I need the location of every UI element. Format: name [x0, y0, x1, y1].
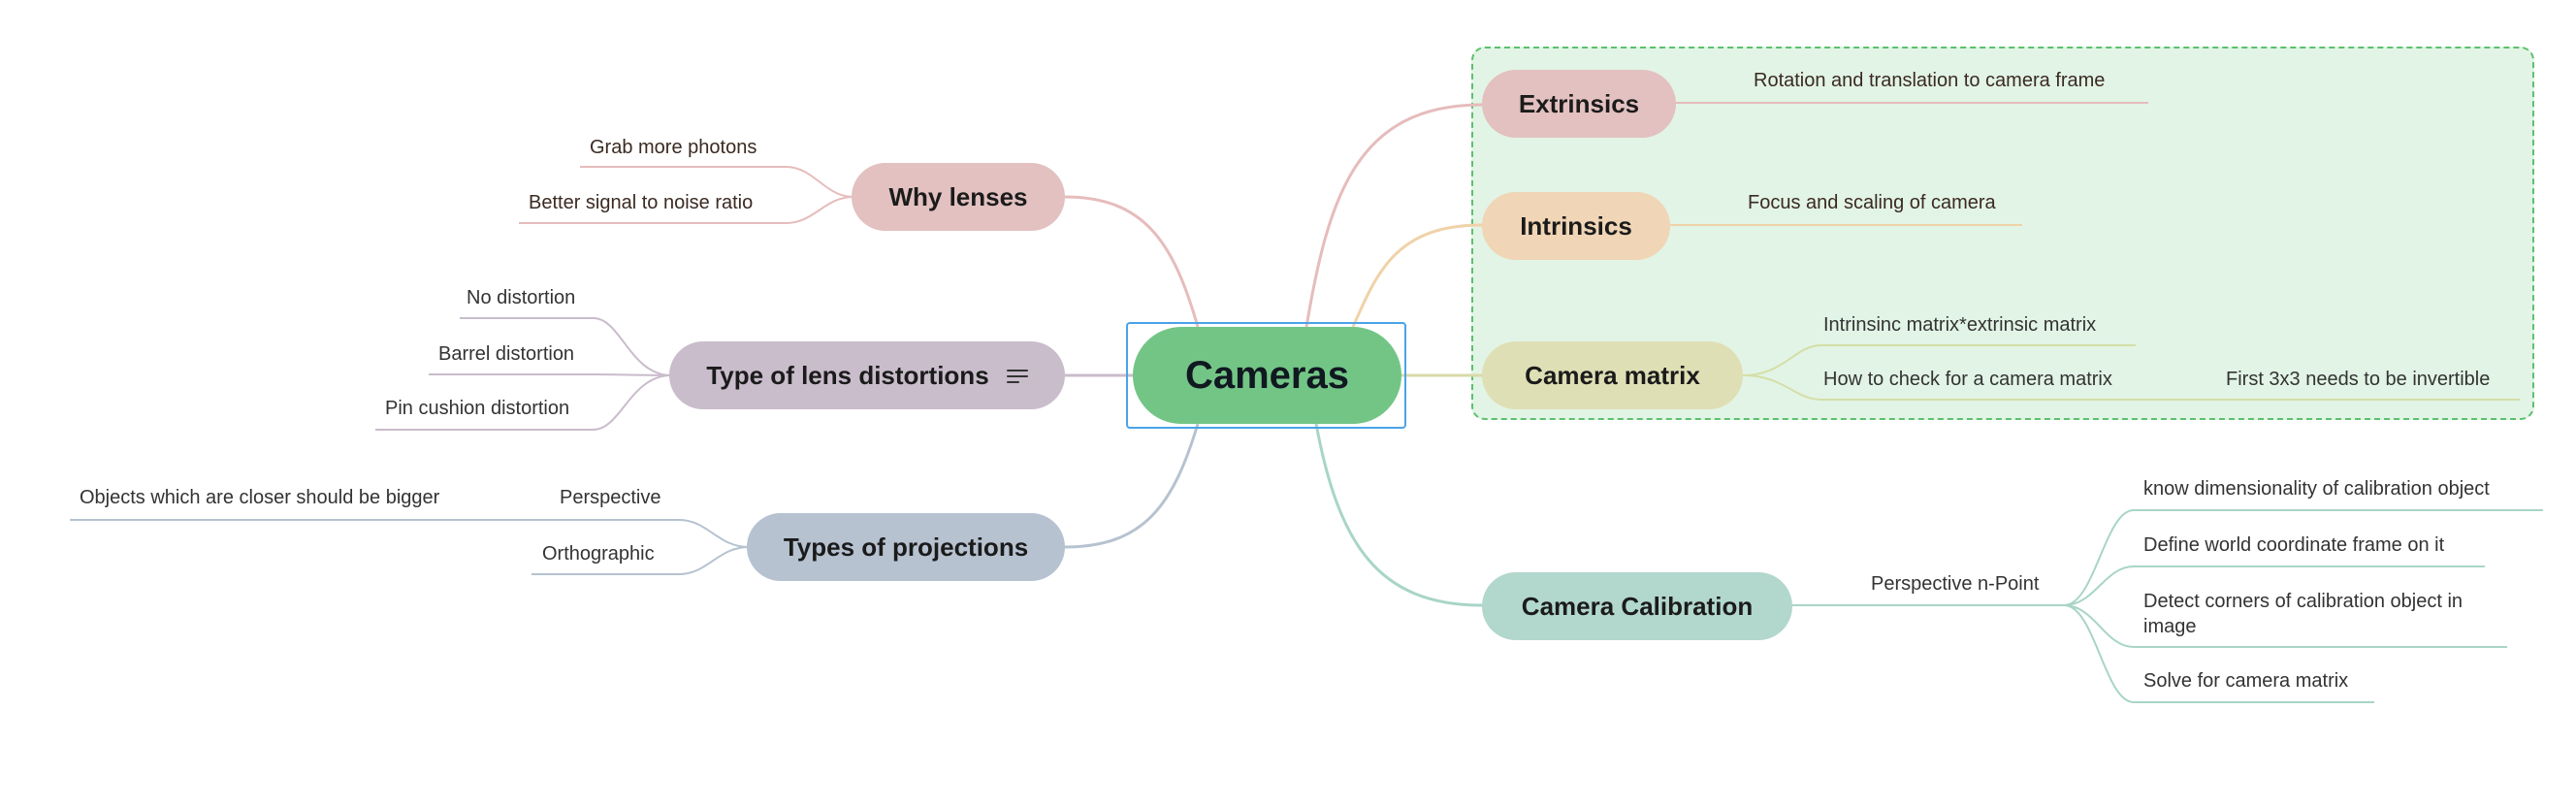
topic-camera-calibration[interactable]: Camera Calibration [1482, 572, 1792, 640]
subtopic-projection-1[interactable]: Perspective [560, 487, 661, 509]
subtopic-distortion-1[interactable]: No distortion [467, 287, 575, 309]
topic-types-of-projections[interactable]: Types of projections [747, 513, 1065, 581]
subtopic-pnp-2[interactable]: Define world coordinate frame on it [2143, 534, 2444, 557]
subtopic-why-lenses-1[interactable]: Grab more photons [590, 137, 757, 159]
subtopic-pnp-4[interactable]: Solve for camera matrix [2143, 670, 2348, 693]
subtopic-projection-1-1[interactable]: Objects which are closer should be bigge… [80, 487, 439, 509]
root-node[interactable]: Cameras [1133, 327, 1401, 424]
subtopic-intrinsics-1[interactable]: Focus and scaling of camera [1748, 192, 1996, 214]
topic-why-lenses[interactable]: Why lenses [852, 163, 1065, 231]
link-root-intrinsics [1351, 223, 1483, 328]
mindmap-canvas: Cameras Extrinsics Intrinsics Camera mat… [0, 0, 2576, 807]
subtopic-distortion-2[interactable]: Barrel distortion [438, 343, 574, 366]
topic-intrinsics[interactable]: Intrinsics [1482, 192, 1670, 260]
topic-camera-matrix[interactable]: Camera matrix [1482, 341, 1743, 409]
topic-lens-distortions[interactable]: Type of lens distortions [669, 341, 1065, 409]
subtopic-camera-matrix-1[interactable]: Intrinsinc matrix*extrinsic matrix [1823, 314, 2096, 337]
subtopic-camera-matrix-2[interactable]: How to check for a camera matrix [1823, 369, 2112, 391]
subtopic-pnp-1[interactable]: know dimensionality of calibration objec… [2143, 478, 2490, 500]
link-root-extrinsics [1304, 103, 1483, 328]
notes-icon[interactable] [1006, 368, 1028, 383]
link-root-whylenses [1064, 195, 1200, 328]
subtopic-calibration-1[interactable]: Perspective n-Point [1871, 573, 2039, 596]
subtopic-why-lenses-2[interactable]: Better signal to noise ratio [529, 192, 753, 214]
subtopic-camera-matrix-2-1[interactable]: First 3x3 needs to be invertible [2226, 369, 2490, 391]
subtopic-distortion-3[interactable]: Pin cushion distortion [385, 398, 569, 420]
link-ld-leaf2 [429, 373, 672, 376]
link-root-projections [1064, 423, 1200, 549]
subtopic-projection-2[interactable]: Orthographic [542, 543, 655, 565]
topic-extrinsics[interactable]: Extrinsics [1482, 70, 1676, 138]
link-root-calibration [1314, 423, 1483, 607]
subtopic-extrinsics-1[interactable]: Rotation and translation to camera frame [1754, 70, 2105, 92]
topic-lens-distortions-label: Type of lens distortions [706, 360, 989, 390]
subtopic-pnp-3[interactable]: Detect corners of calibration object in … [2143, 589, 2512, 639]
